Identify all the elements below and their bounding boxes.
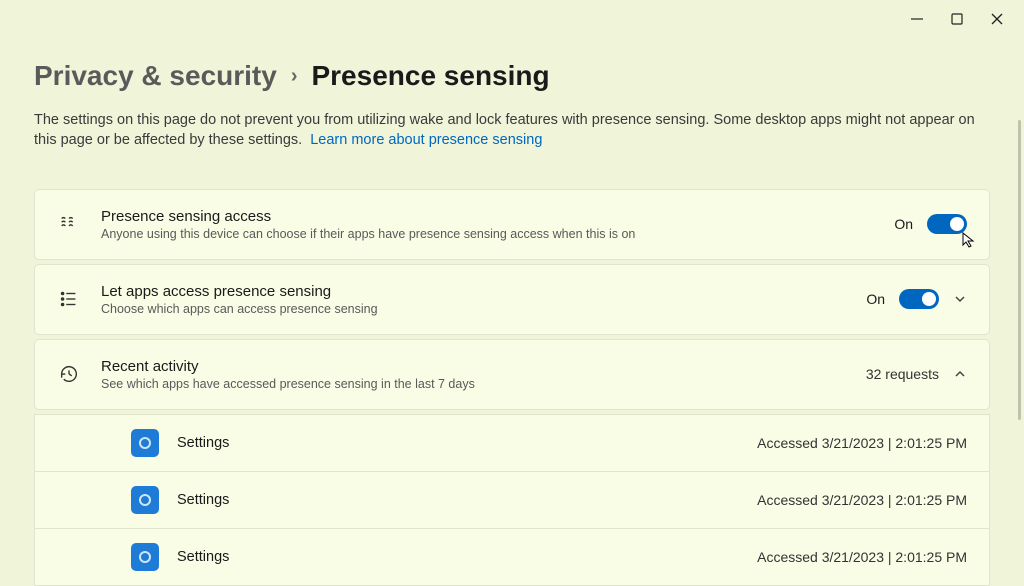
recent-activity-card[interactable]: Recent activity See which apps have acce… xyxy=(34,339,990,410)
scrollbar[interactable] xyxy=(1018,120,1021,420)
maximize-button[interactable] xyxy=(950,12,964,26)
apps-access-toggle[interactable] xyxy=(899,289,939,309)
card-subtitle: Choose which apps can access presence se… xyxy=(101,302,866,316)
activity-row[interactable]: SettingsAccessed 3/21/2023 | 2:01:25 PM xyxy=(34,414,990,472)
activity-row[interactable]: SettingsAccessed 3/21/2023 | 2:01:25 PM xyxy=(34,472,990,529)
card-title: Let apps access presence sensing xyxy=(101,283,866,300)
chevron-right-icon: › xyxy=(291,65,298,88)
app-name: Settings xyxy=(177,435,757,451)
app-name: Settings xyxy=(177,492,757,508)
learn-more-link[interactable]: Learn more about presence sensing xyxy=(310,132,542,148)
toggle-state-label: On xyxy=(894,216,913,232)
request-count: 32 requests xyxy=(866,366,939,382)
activity-row[interactable]: SettingsAccessed 3/21/2023 | 2:01:25 PM xyxy=(34,529,990,586)
let-apps-access-card[interactable]: Let apps access presence sensing Choose … xyxy=(34,264,990,335)
activity-list: SettingsAccessed 3/21/2023 | 2:01:25 PMS… xyxy=(34,414,990,586)
minimize-button[interactable] xyxy=(910,12,924,26)
presence-access-toggle[interactable] xyxy=(927,214,967,234)
card-title: Recent activity xyxy=(101,358,866,375)
list-icon xyxy=(57,287,81,311)
card-subtitle: Anyone using this device can choose if t… xyxy=(101,227,894,241)
history-icon xyxy=(57,362,81,386)
page-description: The settings on this page do not prevent… xyxy=(34,110,990,151)
card-subtitle: See which apps have accessed presence se… xyxy=(101,377,866,391)
chevron-down-icon[interactable] xyxy=(953,292,967,306)
presence-sensing-access-card: Presence sensing access Anyone using thi… xyxy=(34,189,990,260)
close-button[interactable] xyxy=(990,12,1004,26)
presence-icon xyxy=(57,212,81,236)
settings-app-icon xyxy=(131,486,159,514)
settings-app-icon xyxy=(131,429,159,457)
card-title: Presence sensing access xyxy=(101,208,894,225)
app-name: Settings xyxy=(177,549,757,565)
access-time: Accessed 3/21/2023 | 2:01:25 PM xyxy=(757,492,967,508)
toggle-state-label: On xyxy=(866,291,885,307)
settings-app-icon xyxy=(131,543,159,571)
access-time: Accessed 3/21/2023 | 2:01:25 PM xyxy=(757,435,967,451)
breadcrumb: Privacy & security › Presence sensing xyxy=(34,60,990,92)
chevron-up-icon[interactable] xyxy=(953,367,967,381)
page-title: Presence sensing xyxy=(311,60,549,92)
access-time: Accessed 3/21/2023 | 2:01:25 PM xyxy=(757,549,967,565)
breadcrumb-parent[interactable]: Privacy & security xyxy=(34,60,277,92)
